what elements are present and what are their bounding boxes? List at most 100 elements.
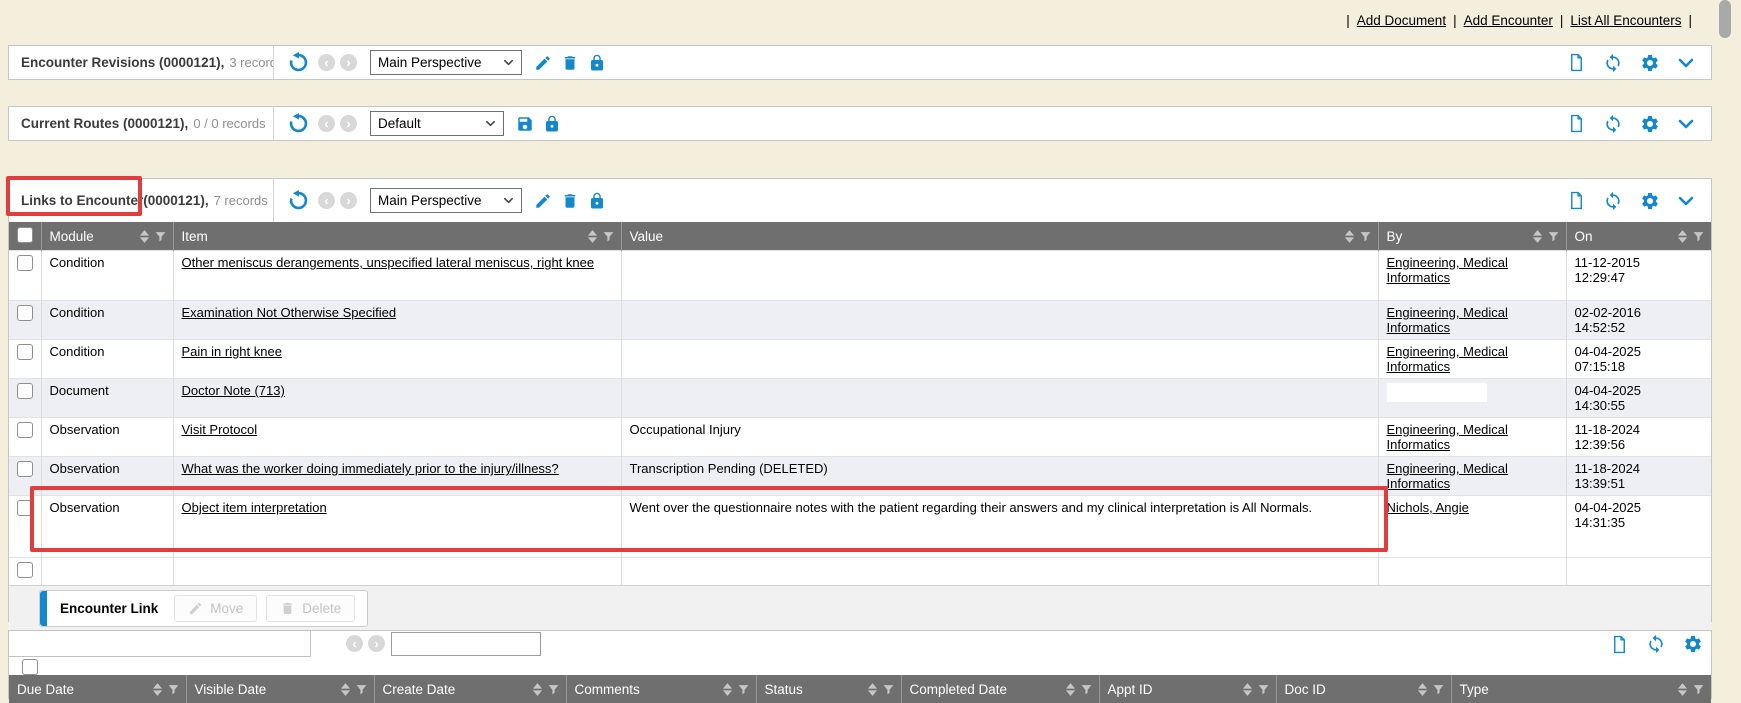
item-link[interactable]: Visit Protocol [182,422,258,437]
perspective-select[interactable]: Main Perspective [370,50,522,75]
filter-funnel-icon[interactable] [882,683,895,696]
row-checkbox[interactable] [17,562,33,578]
filter-funnel-icon[interactable] [1692,230,1705,243]
vertical-scrollbar-thumb[interactable] [1719,0,1731,38]
by-link[interactable]: Nichols, Angie [1387,500,1469,515]
refresh-icon[interactable] [1603,114,1623,134]
sort-icon[interactable] [587,230,598,243]
filter-funnel-icon[interactable] [1359,230,1372,243]
settings-gear-icon[interactable] [1683,634,1703,654]
filter-funnel-icon[interactable] [154,230,167,243]
cutoff-dropdown[interactable] [391,632,541,656]
next-page-icon[interactable]: › [340,192,357,209]
prev-page-icon[interactable]: ‹ [318,192,335,209]
settings-gear-icon[interactable] [1640,114,1660,134]
on-cell: 02-02-201614:52:52 [1566,301,1711,340]
sort-icon[interactable] [867,683,878,696]
move-button[interactable]: Move [174,595,257,622]
next-page-icon[interactable]: › [368,635,385,652]
item-link[interactable]: What was the worker doing immediately pr… [182,461,559,476]
next-page-icon[interactable]: › [340,54,357,71]
delete-perspective-icon[interactable] [561,192,579,210]
by-link[interactable]: Engineering, Medical Informatics [1387,461,1508,491]
sort-icon[interactable] [340,683,351,696]
settings-gear-icon[interactable] [1640,53,1660,73]
row-checkbox[interactable] [17,305,33,321]
value-cell [621,251,1378,301]
edit-perspective-icon[interactable] [534,192,552,210]
row-checkbox[interactable] [17,500,33,516]
add-document-link[interactable]: Add Document [1357,13,1446,28]
record-count: 0 / 0 records [193,116,265,131]
by-link[interactable]: Engineering, Medical Informatics [1387,344,1508,374]
sort-icon[interactable] [1532,230,1543,243]
refresh-icon[interactable] [1603,191,1623,211]
perspective-select[interactable]: Main Perspective [370,188,522,213]
row-checkbox[interactable] [17,255,33,271]
sort-icon[interactable] [152,683,163,696]
sort-icon[interactable] [1677,230,1688,243]
sort-icon[interactable] [1677,683,1688,696]
sort-icon[interactable] [139,230,150,243]
perspective-select[interactable]: Default [370,111,504,136]
add-encounter-link[interactable]: Add Encounter [1464,13,1553,28]
item-link[interactable]: Other meniscus derangements, unspecified… [182,255,595,270]
filter-funnel-icon[interactable] [167,683,180,696]
filter-funnel-icon[interactable] [1080,683,1093,696]
new-document-icon[interactable] [1567,114,1586,133]
collapse-chevron-icon[interactable] [1677,115,1695,133]
prev-page-icon[interactable]: ‹ [318,115,335,132]
settings-gear-icon[interactable] [1640,191,1660,211]
delete-button[interactable]: Delete [266,595,355,622]
sort-icon[interactable] [1242,683,1253,696]
select-all-checkbox[interactable] [22,659,38,675]
collapse-chevron-icon[interactable] [1677,54,1695,72]
new-document-icon[interactable] [1567,53,1586,72]
lock-icon[interactable] [588,54,606,72]
lock-icon[interactable] [588,192,606,210]
panel-links-to-encounter: Links to Encounter (0000121), 7 records … [8,178,1712,622]
save-icon[interactable] [516,115,534,133]
by-link[interactable]: Engineering, Medical Informatics [1387,422,1508,452]
row-checkbox[interactable] [17,383,33,399]
collapse-chevron-icon[interactable] [1677,192,1695,210]
select-all-checkbox[interactable] [17,227,33,243]
lock-icon[interactable] [543,115,561,133]
sort-icon[interactable] [722,683,733,696]
sort-icon[interactable] [1344,230,1355,243]
list-all-encounters-link[interactable]: List All Encounters [1570,13,1681,28]
filter-funnel-icon[interactable] [547,683,560,696]
delete-perspective-icon[interactable] [561,54,579,72]
prev-page-icon[interactable]: ‹ [346,635,363,652]
filter-funnel-icon[interactable] [1547,230,1560,243]
item-link[interactable]: Pain in right knee [182,344,282,359]
next-page-icon[interactable]: › [340,115,357,132]
new-document-icon[interactable] [1610,634,1629,654]
refresh-icon[interactable] [1646,634,1666,654]
filter-funnel-icon[interactable] [1432,683,1445,696]
item-link[interactable]: Examination Not Otherwise Specified [182,305,397,320]
item-link[interactable]: Object item interpretation [182,500,327,515]
new-document-icon[interactable] [1567,191,1586,210]
row-checkbox[interactable] [17,344,33,360]
prev-page-icon[interactable]: ‹ [318,54,335,71]
filter-funnel-icon[interactable] [1692,683,1705,696]
undo-icon[interactable] [288,190,309,211]
sort-icon[interactable] [532,683,543,696]
by-link[interactable]: Engineering, Medical Informatics [1387,255,1508,285]
sort-icon[interactable] [1417,683,1428,696]
row-checkbox[interactable] [17,422,33,438]
row-checkbox[interactable] [17,461,33,477]
filter-funnel-icon[interactable] [355,683,368,696]
table-row: Condition Pain in right knee Engineering… [9,340,1711,379]
refresh-icon[interactable] [1603,53,1623,73]
undo-icon[interactable] [288,52,309,73]
sort-icon[interactable] [1065,683,1076,696]
filter-funnel-icon[interactable] [1257,683,1270,696]
item-link[interactable]: Doctor Note (713) [182,383,285,398]
edit-perspective-icon[interactable] [534,54,552,72]
filter-funnel-icon[interactable] [602,230,615,243]
by-link[interactable]: Engineering, Medical Informatics [1387,305,1508,335]
undo-icon[interactable] [288,113,309,134]
filter-funnel-icon[interactable] [737,683,750,696]
